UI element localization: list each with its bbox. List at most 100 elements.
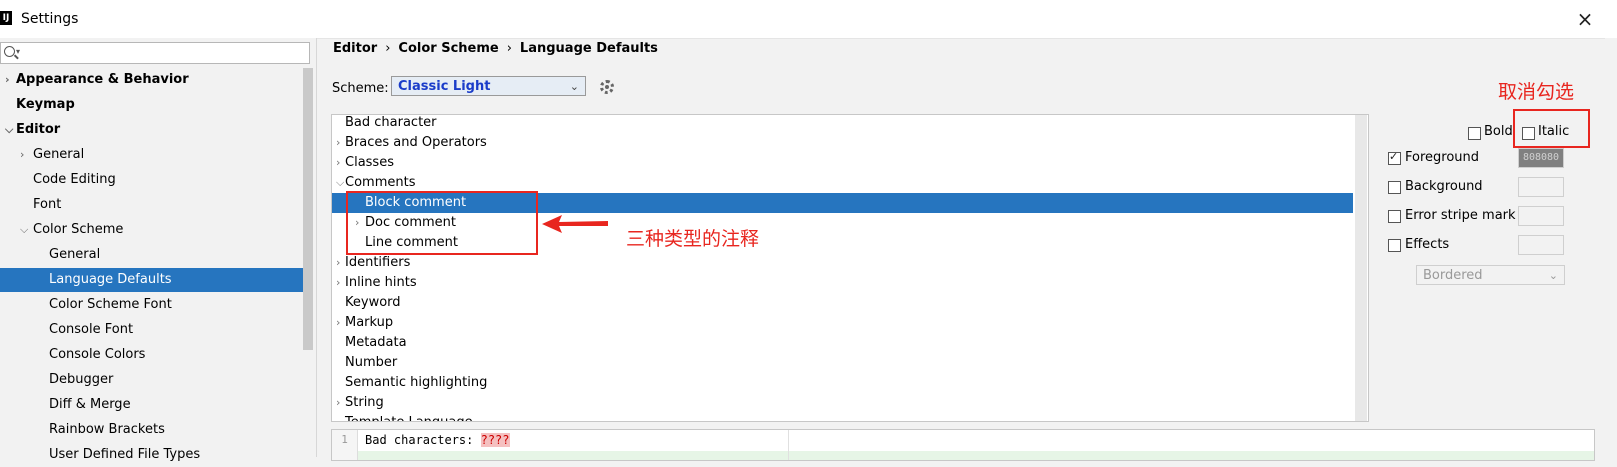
- foreground-color-swatch[interactable]: 808080: [1518, 148, 1564, 168]
- effects-checkbox[interactable]: [1388, 239, 1401, 252]
- effects-label: Effects: [1405, 237, 1450, 252]
- attribute-row-label: String: [345, 395, 384, 410]
- search-options-icon[interactable]: ▾: [16, 47, 20, 56]
- sidebar-item[interactable]: Color Scheme Font: [0, 293, 313, 317]
- gear-icon[interactable]: [600, 80, 614, 94]
- search-icon: [4, 46, 15, 57]
- error-stripe-checkbox[interactable]: [1388, 210, 1401, 223]
- close-icon[interactable]: ×: [1572, 6, 1598, 32]
- chevron-right-icon[interactable]: ›: [336, 133, 340, 153]
- right-scrollbar[interactable]: [1605, 38, 1617, 457]
- attribute-row[interactable]: › Markup: [332, 313, 1353, 333]
- sidebar-item-label: General: [33, 147, 85, 162]
- attribute-row-label: Keyword: [345, 295, 401, 310]
- chevron-down-icon[interactable]: ⌵: [20, 218, 28, 242]
- background-label: Background: [1405, 179, 1483, 194]
- settings-window: IJ Settings × ▾ › Appearance & Behavior Ke…: [0, 0, 1617, 462]
- attribute-row[interactable]: Bad character: [332, 115, 1353, 133]
- sidebar-item-label: Appearance & Behavior: [16, 72, 189, 87]
- attribute-row-label: Metadata: [345, 335, 407, 350]
- annotation-comment-types: 三种类型的注释: [626, 228, 760, 250]
- chevron-right-icon[interactable]: ›: [20, 143, 24, 167]
- sidebar-item[interactable]: Code Editing: [0, 168, 313, 192]
- foreground-checkbox[interactable]: [1388, 150, 1401, 165]
- attribute-row[interactable]: › Inline hints: [332, 273, 1353, 293]
- effects-style-value: Bordered: [1423, 268, 1483, 283]
- sidebar-item[interactable]: Console Colors: [0, 343, 313, 367]
- chevron-right-icon[interactable]: ›: [336, 273, 340, 293]
- attribute-row[interactable]: › Identifiers: [332, 253, 1353, 273]
- attribute-row[interactable]: Metadata: [332, 333, 1353, 353]
- sidebar-item[interactable]: › Appearance & Behavior: [0, 68, 313, 92]
- preview-bad-characters: ????: [480, 433, 510, 447]
- chevron-right-icon[interactable]: ›: [336, 393, 340, 413]
- attribute-row-label: Bad character: [345, 115, 437, 130]
- sidebar-item[interactable]: Keymap: [0, 93, 313, 117]
- foreground-label: Foreground: [1405, 150, 1480, 165]
- bold-checkbox[interactable]: [1468, 127, 1481, 140]
- sidebar-item-label: Language Defaults: [49, 272, 172, 287]
- attribute-row[interactable]: Template Language: [332, 413, 1353, 421]
- scheme-dropdown[interactable]: Classic Light ⌄: [391, 76, 586, 96]
- chevron-down-icon: ⌄: [1548, 269, 1558, 282]
- chevron-down-icon: ⌄: [569, 80, 579, 93]
- chevron-right-icon[interactable]: ›: [336, 253, 340, 273]
- right-margin-guide: [788, 430, 789, 460]
- breadcrumb-color-scheme: Color Scheme: [398, 41, 499, 56]
- code-preview[interactable]: 1 Bad characters: ????: [331, 429, 1595, 461]
- annotation-comments-box: [346, 191, 538, 255]
- attribute-row-label: Markup: [345, 315, 394, 330]
- background-color-swatch[interactable]: [1518, 177, 1564, 197]
- sidebar-item-label: Editor: [16, 122, 61, 137]
- preview-code: Bad characters: ????: [365, 430, 510, 450]
- effects-color-swatch[interactable]: [1518, 235, 1564, 255]
- chevron-down-icon[interactable]: ⌵: [5, 118, 13, 142]
- error-stripe-color-swatch[interactable]: [1518, 206, 1564, 226]
- sidebar-scrollbar[interactable]: [303, 68, 313, 350]
- annotation-italic-box: [1513, 109, 1590, 148]
- bold-label: Bold: [1484, 124, 1513, 139]
- breadcrumb-separator: ›: [385, 41, 391, 56]
- intellij-logo-icon: IJ: [0, 11, 12, 25]
- sidebar-item[interactable]: Diff & Merge: [0, 393, 313, 417]
- sidebar-item-label: General: [49, 247, 101, 262]
- search-input[interactable]: ▾: [0, 42, 310, 64]
- attribute-row[interactable]: Number: [332, 353, 1353, 373]
- line-number: 1: [332, 430, 358, 460]
- sidebar-item[interactable]: ⌵ Editor: [0, 118, 313, 142]
- chevron-right-icon[interactable]: ›: [336, 153, 340, 173]
- sidebar-item[interactable]: Debugger: [0, 368, 313, 392]
- attribute-row[interactable]: › String: [332, 393, 1353, 413]
- chevron-down-icon[interactable]: ⌵: [336, 173, 344, 193]
- sidebar-item-label: Debugger: [49, 372, 114, 387]
- effects-style-dropdown[interactable]: Bordered ⌄: [1416, 265, 1565, 285]
- chevron-right-icon[interactable]: ›: [336, 313, 340, 333]
- sidebar-item[interactable]: User Defined File Types: [0, 443, 313, 467]
- sidebar-item-label: Keymap: [16, 97, 75, 112]
- tree-scrollbar[interactable]: [1355, 115, 1367, 421]
- sidebar-item[interactable]: Font: [0, 193, 313, 217]
- sidebar-item[interactable]: Console Font: [0, 318, 313, 342]
- sidebar-item-label: Color Scheme: [33, 222, 124, 237]
- sidebar-item-label: Color Scheme Font: [49, 297, 172, 312]
- settings-sidebar: ▾ › Appearance & Behavior Keymap ⌵ Editor › Ge…: [0, 38, 317, 462]
- attribute-row[interactable]: Semantic highlighting: [332, 373, 1353, 393]
- attribute-row-label: Comments: [345, 175, 416, 190]
- sidebar-item[interactable]: Rainbow Brackets: [0, 418, 313, 442]
- sidebar-item[interactable]: ⌵ Color Scheme: [0, 218, 313, 242]
- attribute-row-label: Template Language: [345, 413, 473, 421]
- sidebar-item[interactable]: General: [0, 243, 313, 267]
- background-checkbox[interactable]: [1388, 181, 1401, 194]
- breadcrumb-language-defaults: Language Defaults: [519, 41, 658, 56]
- attributes-tree: Bad character › Braces and Operators › Class…: [331, 114, 1369, 422]
- attribute-row[interactable]: Keyword: [332, 293, 1353, 313]
- sidebar-item-label: Console Font: [49, 322, 134, 337]
- attribute-row[interactable]: ⌵ Comments: [332, 173, 1353, 193]
- chevron-right-icon[interactable]: ›: [5, 68, 10, 92]
- attribute-row[interactable]: › Classes: [332, 153, 1353, 173]
- annotation-arrow-icon: [542, 215, 608, 233]
- sidebar-item[interactable]: › General: [0, 143, 313, 167]
- attribute-row[interactable]: › Braces and Operators: [332, 133, 1353, 153]
- breadcrumb: Editor › Color Scheme › Language Defaults: [333, 41, 658, 56]
- sidebar-item[interactable]: Language Defaults: [0, 268, 313, 292]
